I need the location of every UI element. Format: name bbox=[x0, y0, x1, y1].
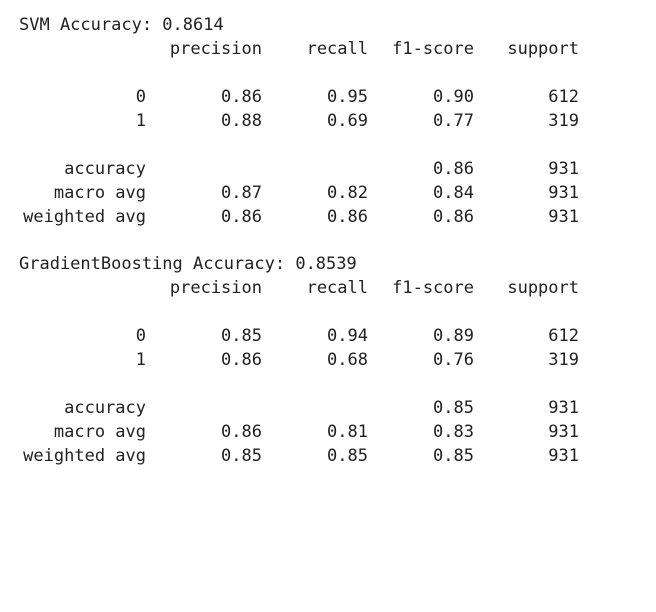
support-value: 319 bbox=[548, 111, 579, 131]
report-title: SVM Accuracy: 0.8614 bbox=[19, 15, 224, 35]
class-row: 1 0.88 0.69 0.77 319 bbox=[19, 109, 639, 133]
header-row: precision recall f1-score support bbox=[19, 276, 639, 300]
row-label: accuracy bbox=[64, 159, 146, 179]
summary-row-macro-avg: macro avg 0.86 0.81 0.83 931 bbox=[19, 420, 639, 444]
precision-value: 0.86 bbox=[221, 350, 262, 370]
support-value: 931 bbox=[548, 398, 579, 418]
row-label: 1 bbox=[135, 350, 146, 370]
classification-report-svm: SVM Accuracy: 0.8614 precision recall f1… bbox=[19, 13, 639, 229]
summary-row-accuracy: accuracy 0.86 931 bbox=[19, 157, 639, 181]
header-row: precision recall f1-score support bbox=[19, 37, 639, 61]
precision-value: 0.85 bbox=[221, 446, 262, 466]
recall-value: 0.81 bbox=[327, 422, 368, 442]
summary-row-macro-avg: macro avg 0.87 0.82 0.84 931 bbox=[19, 181, 639, 205]
header-f1-score: f1-score bbox=[392, 278, 474, 298]
recall-value: 0.95 bbox=[327, 87, 368, 107]
support-value: 931 bbox=[548, 159, 579, 179]
support-value: 931 bbox=[548, 422, 579, 442]
precision-value: 0.86 bbox=[221, 207, 262, 227]
row-label: 1 bbox=[135, 111, 146, 131]
class-row: 0 0.86 0.95 0.90 612 bbox=[19, 85, 639, 109]
header-f1-score: f1-score bbox=[392, 39, 474, 59]
precision-value: 0.86 bbox=[221, 422, 262, 442]
header-recall: recall bbox=[306, 278, 368, 298]
support-value: 931 bbox=[548, 207, 579, 227]
precision-value: 0.86 bbox=[221, 87, 262, 107]
f1-value: 0.84 bbox=[433, 183, 474, 203]
report-title: GradientBoosting Accuracy: 0.8539 bbox=[19, 254, 357, 274]
recall-value: 0.68 bbox=[327, 350, 368, 370]
f1-value: 0.86 bbox=[433, 207, 474, 227]
f1-value: 0.76 bbox=[433, 350, 474, 370]
row-label: macro avg bbox=[53, 422, 146, 442]
row-label: 0 bbox=[135, 326, 146, 346]
support-value: 612 bbox=[548, 87, 579, 107]
f1-value: 0.86 bbox=[433, 159, 474, 179]
class-row: 1 0.86 0.68 0.76 319 bbox=[19, 348, 639, 372]
header-precision: precision bbox=[169, 39, 262, 59]
precision-value: 0.85 bbox=[221, 326, 262, 346]
f1-value: 0.77 bbox=[433, 111, 474, 131]
console-output: SVM Accuracy: 0.8614 precision recall f1… bbox=[19, 13, 639, 468]
support-value: 931 bbox=[548, 446, 579, 466]
header-recall: recall bbox=[306, 39, 368, 59]
row-label: macro avg bbox=[53, 183, 146, 203]
row-label: accuracy bbox=[64, 398, 146, 418]
row-label: weighted avg bbox=[23, 207, 146, 227]
header-precision: precision bbox=[169, 278, 262, 298]
summary-row-weighted-avg: weighted avg 0.85 0.85 0.85 931 bbox=[19, 444, 639, 468]
recall-value: 0.86 bbox=[327, 207, 368, 227]
f1-value: 0.85 bbox=[433, 398, 474, 418]
precision-value: 0.88 bbox=[221, 111, 262, 131]
summary-row-accuracy: accuracy 0.85 931 bbox=[19, 396, 639, 420]
recall-value: 0.94 bbox=[327, 326, 368, 346]
class-row: 0 0.85 0.94 0.89 612 bbox=[19, 324, 639, 348]
f1-value: 0.90 bbox=[433, 87, 474, 107]
recall-value: 0.85 bbox=[327, 446, 368, 466]
f1-value: 0.83 bbox=[433, 422, 474, 442]
row-label: 0 bbox=[135, 87, 146, 107]
support-value: 612 bbox=[548, 326, 579, 346]
header-support: support bbox=[507, 278, 579, 298]
support-value: 319 bbox=[548, 350, 579, 370]
recall-value: 0.69 bbox=[327, 111, 368, 131]
support-value: 931 bbox=[548, 183, 579, 203]
recall-value: 0.82 bbox=[327, 183, 368, 203]
f1-value: 0.89 bbox=[433, 326, 474, 346]
f1-value: 0.85 bbox=[433, 446, 474, 466]
summary-row-weighted-avg: weighted avg 0.86 0.86 0.86 931 bbox=[19, 205, 639, 229]
precision-value: 0.87 bbox=[221, 183, 262, 203]
header-support: support bbox=[507, 39, 579, 59]
row-label: weighted avg bbox=[23, 446, 146, 466]
classification-report-gradientboosting: GradientBoosting Accuracy: 0.8539 precis… bbox=[19, 252, 639, 468]
